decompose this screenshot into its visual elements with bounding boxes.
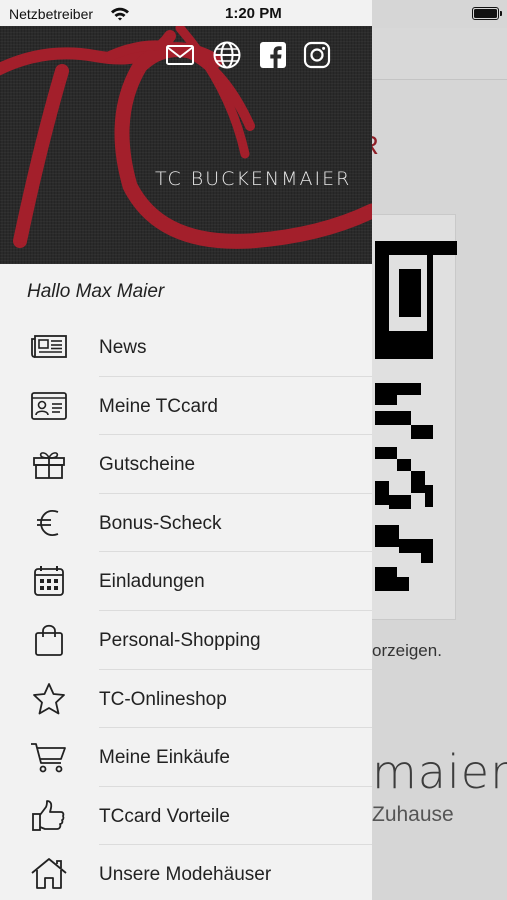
battery-icon [472,7,499,20]
menu-item-label: Personal-Shopping [99,629,261,651]
mail-icon[interactable] [165,40,195,70]
menu-item-label: Gutscheine [99,454,196,476]
menu-item-einladungen[interactable]: Einladungen [0,552,372,611]
side-drawer: TC BUCKENMAIER Hallo Max Maier News Mein… [0,0,372,900]
menu-item-label: Einladungen [99,571,205,593]
menu-item-gutscheine[interactable]: Gutscheine [0,435,372,494]
status-bar: Netzbetreiber 1:20 PM [0,0,507,28]
main-nav-bar [372,28,507,80]
menu-item-personal-shopping[interactable]: Personal-Shopping [0,611,372,670]
main-show-hint-fragment: orzeigen. [372,641,442,660]
drawer-header: TC BUCKENMAIER [0,26,372,264]
drawer-menu: News Meine TCcard Gutscheine Bonus-Schec… [0,318,372,900]
menu-item-label: TCcard Vorteile [99,805,230,827]
home-icon [30,857,68,891]
menu-item-tccard-vorteile[interactable]: TCcard Vorteile [0,787,372,846]
menu-item-meine-tccard[interactable]: Meine TCcard [0,377,372,436]
screen: R 9 [0,0,507,900]
greeting: Hallo Max Maier [27,281,165,302]
main-slogan-fragment: Zuhause [372,803,454,826]
menu-item-label: Meine Einkäufe [99,747,230,769]
menu-item-unsere-modehaeuser[interactable]: Unsere Modehäuser [0,845,372,900]
shopping-bag-icon [30,623,68,657]
globe-icon[interactable] [212,40,242,70]
cart-icon [30,740,68,774]
calendar-icon [30,564,68,598]
instagram-icon[interactable] [302,40,332,70]
menu-item-label: Bonus-Scheck [99,512,222,534]
gift-icon [30,447,68,481]
clock: 1:20 PM [225,5,282,22]
menu-item-meine-einkaeufe[interactable]: Meine Einkäufe [0,728,372,787]
menu-item-label: Meine TCcard [99,395,218,417]
brand-name: TC BUCKENMAIER [155,168,352,190]
menu-item-label: News [99,337,147,358]
menu-item-bonus-scheck[interactable]: Bonus-Scheck [0,494,372,553]
main-brand-fragment: maier [372,745,507,799]
menu-item-news[interactable]: News [0,318,372,377]
id-card-icon [30,389,68,423]
wifi-icon [110,6,130,26]
menu-item-label: TC-Onlineshop [99,688,227,710]
newspaper-icon [30,330,68,364]
euro-icon [30,506,68,540]
carrier-name: Netzbetreiber [9,6,94,22]
menu-item-tc-onlineshop[interactable]: TC-Onlineshop [0,670,372,729]
battery-cap [500,11,502,16]
facebook-icon[interactable] [258,40,288,70]
star-icon [30,682,68,716]
menu-item-label: Unsere Modehäuser [99,864,272,886]
thumbs-up-icon [30,799,68,833]
